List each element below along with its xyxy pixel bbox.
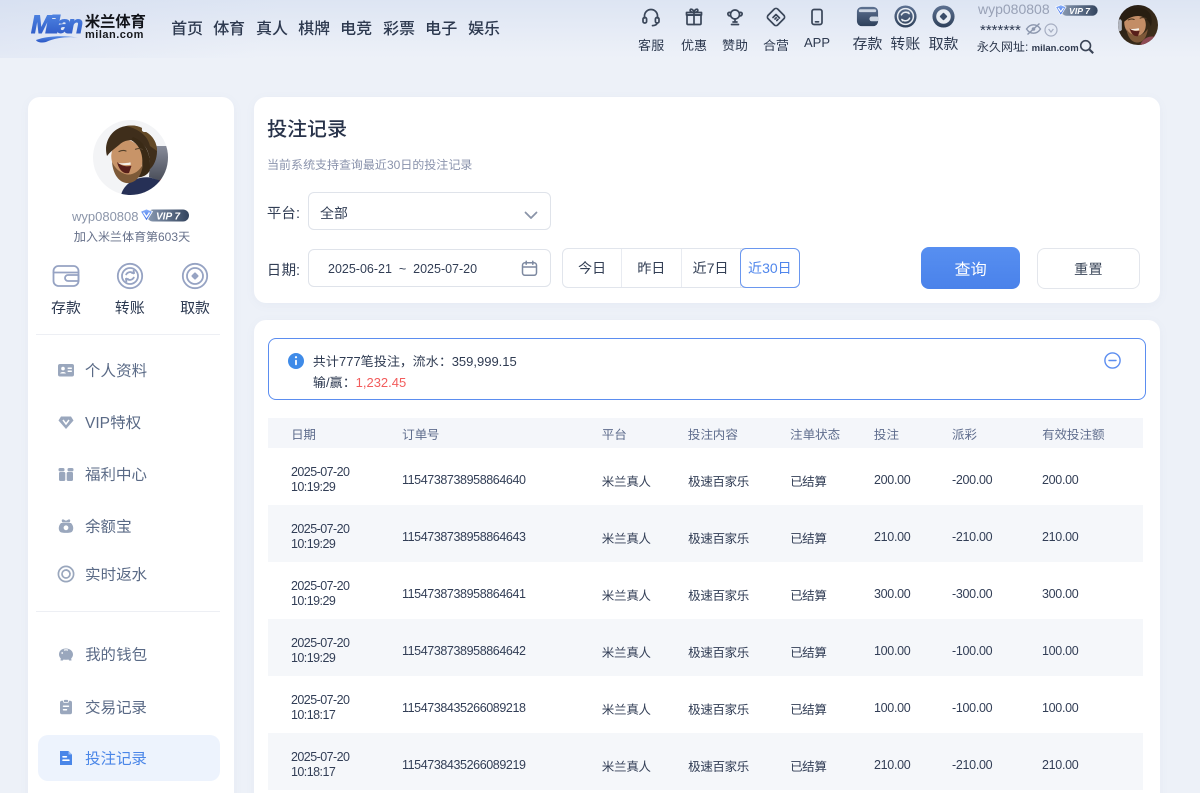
svg-text:VIP 7: VIP 7 — [156, 211, 181, 222]
svg-text:Milan: Milan — [31, 11, 83, 39]
svg-text:VIP 7: VIP 7 — [1069, 6, 1091, 16]
